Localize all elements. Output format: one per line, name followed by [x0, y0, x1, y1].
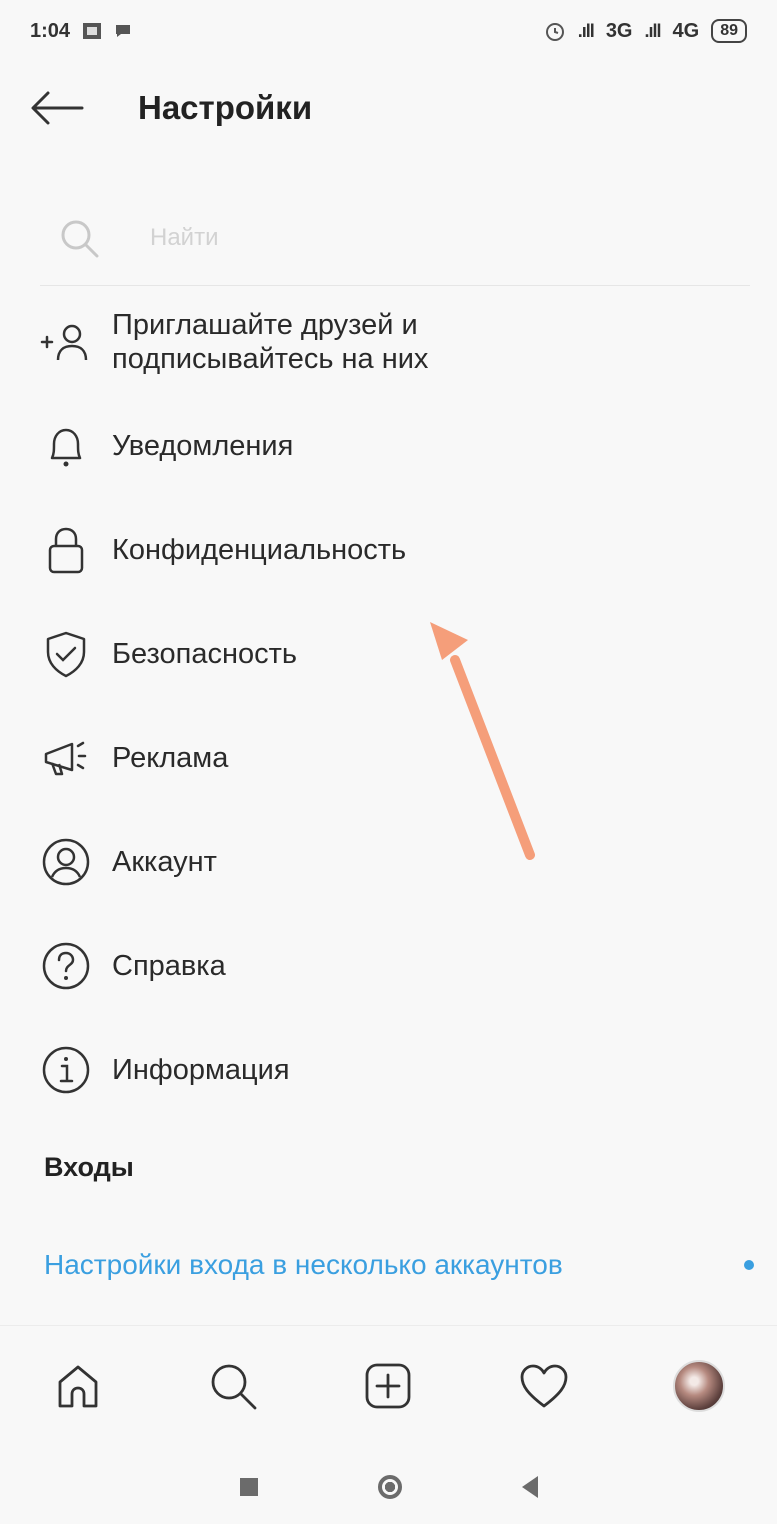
- menu-item-invite-friends[interactable]: Приглашайте друзей и подписывайтесь на н…: [0, 290, 777, 394]
- search-bar[interactable]: [40, 190, 750, 286]
- menu-item-label: Реклама: [112, 742, 229, 774]
- menu-item-about[interactable]: Информация: [0, 1018, 777, 1122]
- message-notification-icon: [116, 25, 131, 37]
- menu-item-label: Уведомления: [112, 430, 294, 462]
- user-circle-icon: [40, 836, 92, 888]
- status-time: 1:04: [30, 19, 71, 42]
- plus-square-icon: [366, 1363, 411, 1409]
- signal-icon: .ıll: [577, 20, 595, 41]
- menu-item-notifications[interactable]: Уведомления: [0, 394, 777, 498]
- network-4g: 4G: [672, 19, 700, 42]
- battery-indicator: 89: [711, 19, 747, 43]
- multi-account-login-link[interactable]: Настройки входа в несколько аккаунтов: [44, 1240, 754, 1290]
- menu-item-label: Приглашайте друзей и подписывайтесь на н…: [112, 309, 429, 375]
- logins-section-title: Входы: [44, 1152, 134, 1182]
- megaphone-icon: [40, 732, 92, 784]
- alarm-icon: [545, 23, 564, 41]
- status-right: .ıll 3G .ıll 4G 89: [544, 19, 747, 43]
- network-3g: 3G: [605, 19, 633, 42]
- home-icon: [58, 1365, 98, 1408]
- new-indicator-dot: [744, 1260, 754, 1270]
- signal-icon: .ıll: [644, 20, 662, 41]
- menu-item-label: Справка: [112, 950, 226, 982]
- add-person-icon: [40, 316, 92, 368]
- nav-new-post-button[interactable]: [353, 1351, 423, 1421]
- help-circle-icon: [40, 940, 92, 992]
- bell-icon: [40, 420, 92, 472]
- nav-home-button[interactable]: [43, 1351, 113, 1421]
- nav-profile-button[interactable]: [664, 1351, 734, 1421]
- menu-item-help[interactable]: Справка: [0, 914, 777, 1018]
- back-system-button[interactable]: [521, 1476, 538, 1498]
- menu-item-account[interactable]: Аккаунт: [0, 810, 777, 914]
- heart-icon: [520, 1364, 568, 1408]
- back-button[interactable]: [30, 88, 90, 128]
- avatar: [673, 1360, 726, 1412]
- system-nav-bar: [0, 1450, 777, 1524]
- search-input[interactable]: [148, 222, 712, 253]
- menu-item-ads[interactable]: Реклама: [0, 706, 777, 810]
- search-icon: [211, 1364, 257, 1410]
- page-title: Настройки: [138, 89, 313, 126]
- header: Настройки: [0, 62, 777, 154]
- bottom-nav: [0, 1325, 777, 1446]
- info-circle-icon: [40, 1044, 92, 1096]
- search-icon: [61, 220, 99, 257]
- recent-apps-button[interactable]: [239, 1478, 258, 1496]
- nav-activity-button[interactable]: [509, 1351, 579, 1421]
- status-bar: 1:04 .ıll 3G .ıll 4G 89: [0, 0, 777, 62]
- menu-item-label: Конфиденциальность: [112, 534, 407, 566]
- gallery-notification-icon: [83, 23, 102, 39]
- shield-check-icon: [40, 628, 92, 680]
- status-left: 1:04: [30, 20, 132, 43]
- menu-item-label: Информация: [112, 1054, 290, 1086]
- menu-item-label: Аккаунт: [112, 846, 217, 878]
- multi-account-login-label: Настройки входа в несколько аккаунтов: [44, 1249, 563, 1280]
- settings-menu: Приглашайте друзей и подписывайтесь на н…: [0, 290, 777, 1122]
- menu-item-security[interactable]: Безопасность: [0, 602, 777, 706]
- menu-item-label: Безопасность: [112, 638, 297, 670]
- arrow-left-icon: [31, 91, 84, 125]
- lock-icon: [40, 524, 92, 576]
- home-system-button[interactable]: [377, 1475, 402, 1499]
- menu-item-privacy[interactable]: Конфиденциальность: [0, 498, 777, 602]
- nav-search-button[interactable]: [198, 1351, 268, 1421]
